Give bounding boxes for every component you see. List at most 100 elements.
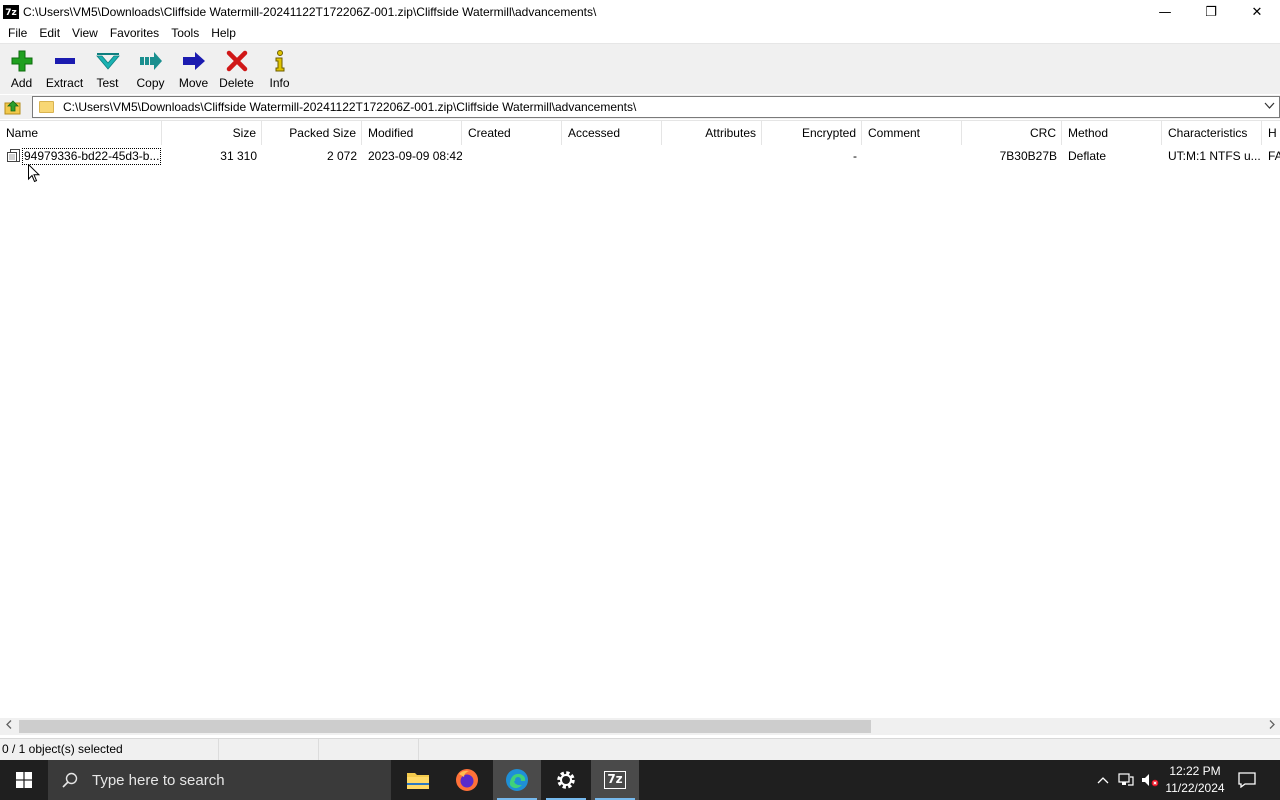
title-bar: 7z C:\Users\VM5\Downloads\Cliffside Wate… — [0, 0, 1280, 24]
tray-chevron-up-icon[interactable] — [1094, 760, 1112, 800]
7zip-app-icon: 7z — [3, 5, 19, 19]
file-explorer-icon — [407, 773, 429, 789]
move-button[interactable]: Move — [172, 44, 215, 94]
status-selection: 0 / 1 object(s) selected — [0, 739, 219, 760]
column-header-crc[interactable]: CRC — [962, 121, 1062, 145]
menu-favorites[interactable]: Favorites — [104, 24, 165, 43]
column-header-created[interactable]: Created — [462, 121, 562, 145]
menu-bar: File Edit View Favorites Tools Help — [0, 24, 1280, 43]
column-header-h[interactable]: H — [1262, 121, 1280, 145]
menu-view[interactable]: View — [66, 24, 104, 43]
file-size: 31 310 — [220, 149, 257, 163]
path-text: C:\Users\VM5\Downloads\Cliffside Watermi… — [63, 100, 637, 114]
file-encrypted: - — [853, 149, 857, 163]
clock-time: 12:22 PM — [1169, 764, 1221, 778]
column-header-accessed[interactable]: Accessed — [562, 121, 662, 145]
column-header-characteristics[interactable]: Characteristics — [1162, 121, 1262, 145]
column-header-packed-size[interactable]: Packed Size — [262, 121, 362, 145]
column-header-comment[interactable]: Comment — [862, 121, 962, 145]
mouse-cursor-icon — [28, 163, 41, 186]
taskbar-settings[interactable] — [542, 760, 590, 800]
firefox-icon — [456, 769, 478, 791]
status-segment-3 — [319, 739, 419, 760]
minimize-button[interactable]: — — [1142, 0, 1188, 24]
info-label: Info — [269, 76, 290, 90]
menu-help[interactable]: Help — [205, 24, 242, 43]
taskbar-7zip[interactable]: 7z — [591, 760, 639, 800]
taskbar-clock[interactable]: 12:22 PM 11/22/2024 — [1160, 763, 1230, 797]
taskbar-firefox[interactable] — [443, 760, 491, 800]
file-accessed — [562, 145, 662, 167]
delete-icon — [225, 50, 249, 72]
taskbar-search-box[interactable]: Type here to search — [48, 760, 391, 800]
search-icon — [62, 772, 78, 788]
status-bar: 0 / 1 object(s) selected — [0, 738, 1280, 760]
file-list[interactable]: Name Size Packed Size Modified Created A… — [0, 120, 1280, 718]
start-button[interactable] — [0, 760, 48, 800]
add-button[interactable]: Add — [0, 44, 43, 94]
taskbar-file-explorer[interactable] — [394, 760, 442, 800]
file-modified: 2023-09-09 08:42 — [368, 149, 462, 163]
column-header-encrypted[interactable]: Encrypted — [762, 121, 862, 145]
chevron-down-icon[interactable] — [1264, 100, 1275, 114]
table-row[interactable]: 94979336-bd22-45d3-b... 31 310 2 072 202… — [0, 145, 1280, 167]
settings-icon — [557, 771, 575, 789]
menu-edit[interactable]: Edit — [33, 24, 66, 43]
add-icon — [10, 50, 34, 72]
search-placeholder: Type here to search — [92, 771, 225, 789]
notification-icon[interactable] — [1236, 760, 1258, 800]
minimize-icon: — — [1158, 4, 1172, 20]
window-title: C:\Users\VM5\Downloads\Cliffside Watermi… — [23, 5, 597, 19]
file-crc: 7B30B27B — [999, 149, 1057, 163]
network-icon[interactable] — [1116, 760, 1136, 800]
delete-button[interactable]: Delete — [215, 44, 258, 94]
file-h: FA — [1268, 149, 1280, 163]
file-characteristics: UT:M:1 NTFS u... — [1168, 149, 1261, 163]
clock-date: 11/22/2024 — [1165, 781, 1225, 795]
volume-muted-icon[interactable] — [1140, 760, 1160, 800]
menu-tools[interactable]: Tools — [165, 24, 205, 43]
info-button[interactable]: Info — [258, 44, 301, 94]
window-controls: — ❐ ✕ — [1142, 0, 1280, 24]
up-folder-button[interactable] — [3, 98, 23, 116]
delete-label: Delete — [219, 76, 254, 90]
column-header-size[interactable]: Size — [162, 121, 262, 145]
add-label: Add — [10, 76, 33, 90]
file-attributes — [662, 145, 762, 167]
copy-button[interactable]: Copy — [129, 44, 172, 94]
test-icon — [95, 50, 120, 72]
file-method: Deflate — [1068, 149, 1107, 163]
status-segment-2 — [219, 739, 319, 760]
scroll-thumb[interactable] — [19, 720, 871, 733]
folder-icon — [39, 101, 54, 113]
menu-file[interactable]: File — [2, 24, 33, 43]
edge-icon — [506, 769, 528, 791]
move-label: Move — [178, 76, 209, 90]
restore-button[interactable]: ❐ — [1188, 0, 1234, 24]
path-field[interactable]: C:\Users\VM5\Downloads\Cliffside Watermi… — [32, 96, 1280, 118]
copy-icon — [139, 50, 163, 72]
file-name[interactable]: 94979336-bd22-45d3-b... — [22, 148, 161, 165]
column-header-name[interactable]: Name — [0, 121, 162, 145]
info-icon — [268, 50, 292, 72]
scroll-right-icon[interactable] — [1263, 718, 1280, 735]
7zip-icon: 7z — [604, 771, 626, 789]
column-header-attributes[interactable]: Attributes — [662, 121, 762, 145]
horizontal-scrollbar[interactable] — [0, 718, 1280, 735]
extract-icon — [53, 50, 77, 72]
up-folder-icon — [4, 100, 21, 115]
file-created — [462, 145, 562, 167]
test-button[interactable]: Test — [86, 44, 129, 94]
file-packed-size: 2 072 — [326, 149, 357, 163]
taskbar-edge[interactable] — [493, 760, 541, 800]
scroll-left-icon[interactable] — [0, 718, 17, 735]
column-header-method[interactable]: Method — [1062, 121, 1162, 145]
toolbar: Add Extract Test Copy Move Delete Info — [0, 43, 1280, 94]
close-button[interactable]: ✕ — [1234, 0, 1280, 24]
column-header-row: Name Size Packed Size Modified Created A… — [0, 121, 1280, 145]
test-label: Test — [96, 76, 119, 90]
extract-label: Extract — [45, 76, 84, 90]
copy-label: Copy — [136, 76, 165, 90]
extract-button[interactable]: Extract — [43, 44, 86, 94]
column-header-modified[interactable]: Modified — [362, 121, 462, 145]
